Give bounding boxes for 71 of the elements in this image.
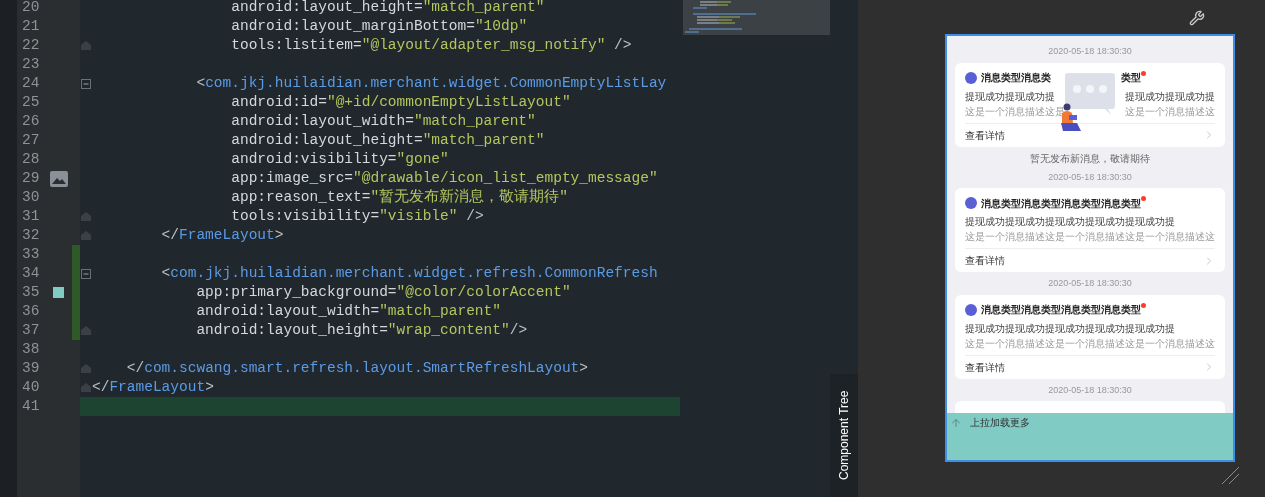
code-line: android:visibility="gone" [230,152,449,167]
logo-icon [965,303,977,316]
logo-icon [965,197,977,209]
empty-message: 暂无发布新消息，敬请期待 [1030,151,1150,166]
message-body: 提现成功提现成功提现成功提现成功提现成功提 [965,215,1175,229]
line-number: 26 [22,114,40,129]
color-swatch[interactable] [53,287,64,298]
timestamp: 2020-05-18 18:30:30 [1048,277,1132,290]
code-line: android:layout_marginBottom="10dp" [230,19,528,34]
code-line: app:reason_text="暂无发布新消息，敬请期待" [230,190,568,205]
component-tree-tab[interactable]: Component Tree [830,374,858,497]
code-line: android:layout_width="match_parent" [195,304,501,319]
line-number: 36 [22,304,40,319]
line-number: 23 [22,57,40,72]
line-number: 30 [22,190,40,205]
load-more-text: 上拉加载更多 [970,416,1030,430]
line-number: 33 [22,247,40,262]
details-link[interactable]: 查看详情 [965,253,1005,268]
line-number: 20 [22,0,40,15]
line-number: 24 [22,76,40,91]
fold-icon[interactable] [81,41,91,50]
resize-handle-icon[interactable] [1220,465,1240,485]
message-body: 提现成功提现成功提 [1125,89,1215,104]
timestamp: 2020-05-18 18:30:30 [1048,45,1132,58]
wrench-icon[interactable] [1189,10,1205,26]
fold-icon[interactable] [81,78,91,89]
message-title: 消息类型消息类型消息类型消息类型 [981,196,1141,211]
message-title: 消息类型消息类 [981,71,1051,85]
line-number: 31 [22,209,40,224]
fold-icon[interactable] [81,326,91,335]
code-line: </FrameLayout> [92,380,214,395]
code-line: app:image_src="@drawable/icon_list_empty_message" [230,171,658,186]
line-number: 22 [22,38,40,53]
code-line: </com.scwang.smart.refresh.layout.SmartRefreshLayout> [125,361,588,376]
code-line: android:layout_height="wrap_content"/> [195,323,528,338]
code-line: android:layout_height="match_parent" [230,133,545,148]
line-number: 40 [22,380,40,395]
message-title: 类型 [1121,71,1141,85]
message-body: 提现成功提现成功提 [965,89,1055,104]
line-number: 35 [22,285,40,300]
minimap-drawing[interactable] [683,0,831,35]
arrow-up-icon [950,417,962,429]
line-number: 37 [22,323,40,338]
line-number: 38 [22,342,40,357]
fold-icon[interactable] [81,268,91,279]
code-line: android:layout_height="match_parent" [230,0,545,15]
code-line: android:id="@+id/commonEmptyListLayout" [230,95,571,110]
message-title: 消息类型消息类型消息类型消息类型 [981,303,1141,317]
logo-icon [965,71,977,84]
image-icon[interactable] [49,170,68,187]
line-number: 25 [22,95,40,110]
timestamp: 2020-05-18 18:30:30 [1048,383,1132,397]
line-number: 29 [22,171,40,186]
code-line: </FrameLayout> [160,228,284,243]
line-number: 32 [22,228,40,243]
timestamp: 2020-05-18 18:30:30 [1048,170,1132,184]
code-line: android:layout_width="match_parent" [230,114,536,129]
message-body: 提现成功提现成功提现成功提现成功提现成功提 [965,321,1175,336]
code-line: <com.jkj.huilaidian.merchant.widget.refresh.CommonRefresh [160,266,658,281]
line-number: 34 [22,266,40,281]
code-line: <com.jkj.huilaidian.merchant.widget.CommonEmptyListLay [195,76,667,91]
line-number: 21 [22,19,40,34]
line-number: 39 [22,361,40,376]
code-line: app:primary_background="@color/colorAccent" [195,285,571,300]
line-number: 27 [22,133,40,148]
line-number: 28 [22,152,40,167]
code-line: tools:listitem="@layout/adapter_msg_notify" /> [230,38,632,53]
details-link[interactable]: 查看详情 [965,359,1005,375]
details-link[interactable]: 查看详情 [965,127,1005,143]
code-line: tools:visibility="visible" /> [230,209,484,224]
line-number: 41 [22,399,40,414]
